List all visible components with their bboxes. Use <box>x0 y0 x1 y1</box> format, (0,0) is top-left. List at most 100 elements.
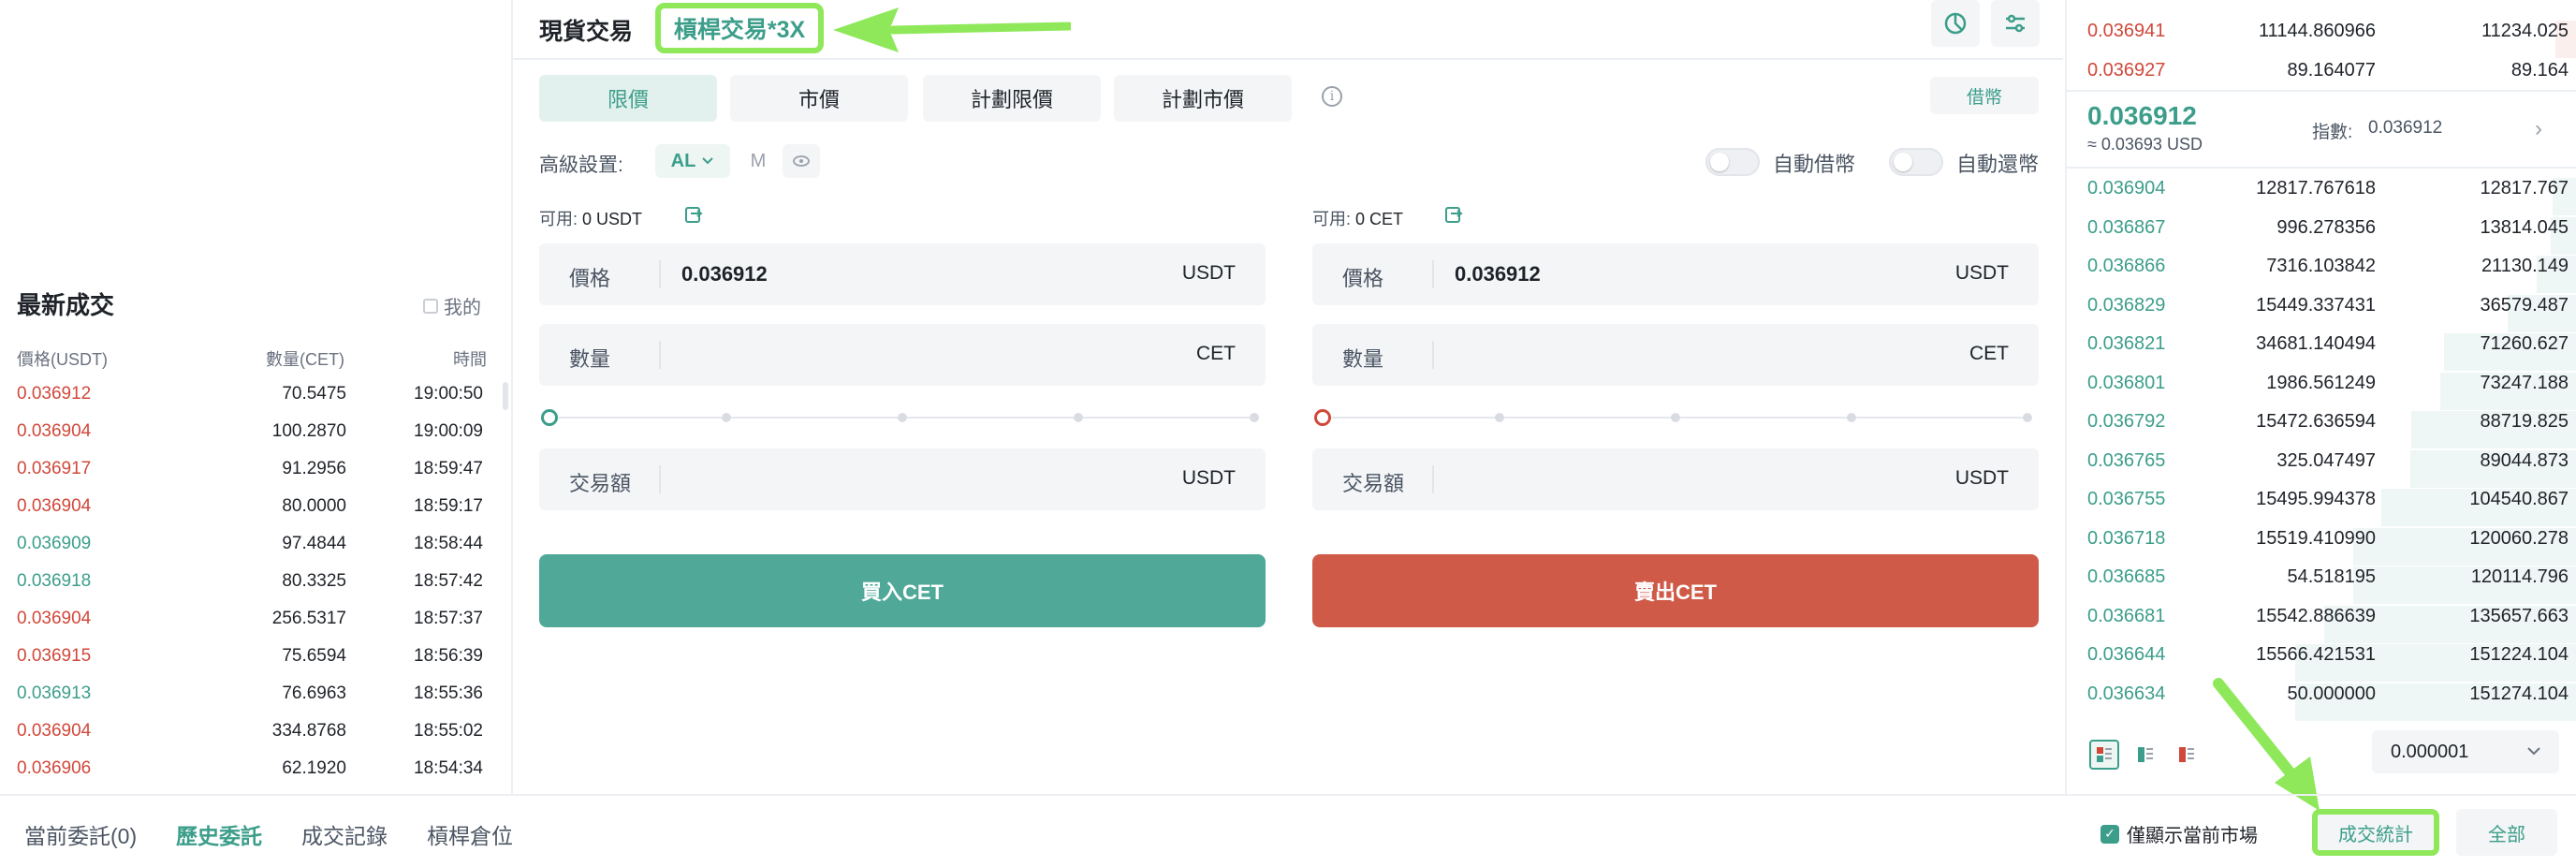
book-amount: 996.278356 <box>2276 217 2376 239</box>
order-book-row[interactable]: 0.03668115542.886639135657.663 <box>2065 606 2576 643</box>
layout-both-icon[interactable] <box>2089 740 2119 770</box>
sell-slider-step[interactable] <box>1847 413 1856 422</box>
trade-row: 0.03691791.295618:59:47 <box>0 459 511 496</box>
transfer-icon[interactable] <box>683 204 704 225</box>
book-total: 12817.767 <box>2480 178 2569 199</box>
sell-slider-handle[interactable] <box>1314 409 1331 426</box>
order-book-row[interactable]: 0.036718 15519.410990 120060.278 <box>2065 528 2576 566</box>
index-value: 0.036912 <box>2368 118 2442 139</box>
sell-button[interactable]: 賣出CET <box>1312 554 2039 627</box>
m-option[interactable]: M <box>739 144 777 178</box>
buy-amount-field[interactable]: 數量 CET <box>539 324 1266 386</box>
precision-select[interactable]: 0.000001 <box>2372 730 2559 773</box>
my-trades-checkbox[interactable] <box>423 299 438 314</box>
transfer-icon[interactable] <box>1443 204 1464 225</box>
trades-scrollbar[interactable] <box>503 382 508 410</box>
buy-slider-step[interactable] <box>1250 413 1259 422</box>
order-type-limit[interactable]: 限價 <box>539 75 717 122</box>
trade-amount: 70.5475 <box>282 384 346 404</box>
trade-statistics-button[interactable]: 成交統計 <box>2312 809 2439 856</box>
order-book-row[interactable]: 0.03663450.000000151274.104 <box>2065 683 2576 721</box>
buy-slider-step[interactable] <box>722 413 731 422</box>
order-book-row[interactable]: 0.03690412817.76761812817.767 <box>2065 178 2576 215</box>
book-price: 0.036941 <box>2087 21 2165 42</box>
order-book-row[interactable]: 0.03668554.518195120114.796 <box>2065 566 2576 604</box>
settings-sliders-icon[interactable] <box>1991 0 2040 47</box>
order-book-row[interactable]: 0.0368011986.56124973247.188 <box>2065 373 2576 410</box>
book-price: 0.036866 <box>2087 256 2165 277</box>
tab-margin-trading[interactable]: 槓桿交易*3X <box>655 3 824 53</box>
book-amount: 15519.410990 <box>2256 528 2376 550</box>
field-divider <box>1432 260 1434 288</box>
sell-price-value[interactable]: 0.036912 <box>1455 262 1541 287</box>
order-book-row[interactable]: 0.03694111144.86096611234.025 <box>2065 21 2576 58</box>
buy-slider-step[interactable] <box>1074 413 1083 422</box>
book-total: 71260.627 <box>2480 333 2569 355</box>
trade-price: 0.036904 <box>17 496 91 517</box>
al-dropdown[interactable]: AL <box>655 144 730 178</box>
buy-slider-step[interactable] <box>898 413 907 422</box>
tab-order-history[interactable]: 歷史委託 <box>176 818 262 850</box>
field-divider <box>659 465 661 493</box>
order-book-row[interactable]: 0.03675515495.994378104540.867 <box>2065 489 2576 526</box>
book-total: 11234.025 <box>2481 21 2569 42</box>
recent-trades-title: 最新成交 <box>17 287 114 321</box>
borrow-button[interactable]: 借幣 <box>1930 77 2039 114</box>
book-price: 0.036765 <box>2087 450 2165 472</box>
eye-icon[interactable] <box>783 144 820 178</box>
buy-price-field[interactable]: 價格 0.036912 USDT <box>539 243 1266 305</box>
book-total: 120060.278 <box>2469 528 2569 550</box>
tab-spot-trading[interactable]: 現貨交易 <box>539 13 633 47</box>
sell-available: 可用: 0 CET <box>1312 206 1403 230</box>
chart-icon[interactable] <box>1931 0 1980 47</box>
order-book-row[interactable]: 0.03679215472.63659488719.825 <box>2065 411 2576 448</box>
book-price: 0.036681 <box>2087 606 2165 627</box>
tab-current-orders[interactable]: 當前委託(0) <box>24 818 137 850</box>
layout-asks-icon[interactable] <box>2172 740 2202 770</box>
sell-amount-field[interactable]: 數量 CET <box>1312 324 2039 386</box>
trade-price: 0.036915 <box>17 646 91 667</box>
only-current-market-filter[interactable]: ✓ 僅顯示當前市場 <box>2100 820 2258 847</box>
precision-value: 0.000001 <box>2391 742 2468 763</box>
trade-price: 0.036906 <box>17 758 91 779</box>
layout-bids-icon[interactable] <box>2130 740 2160 770</box>
buy-total-unit: USDT <box>1182 467 1236 490</box>
buy-total-field[interactable]: 交易額 USDT <box>539 448 1266 510</box>
trades-col-time: 時間 <box>453 346 487 371</box>
checkbox-checked-icon[interactable]: ✓ <box>2100 825 2119 844</box>
book-price: 0.036755 <box>2087 489 2165 510</box>
sell-total-field[interactable]: 交易額 USDT <box>1312 448 2039 510</box>
sell-slider-step[interactable] <box>1495 413 1504 422</box>
my-trades-filter[interactable]: 我的 <box>423 292 481 319</box>
order-book-row[interactable]: 0.03682915449.33743136579.487 <box>2065 295 2576 332</box>
sell-slider-step[interactable] <box>2023 413 2032 422</box>
auto-repay-toggle[interactable] <box>1889 148 1943 176</box>
order-book-row[interactable]: 0.036765325.04749789044.873 <box>2065 450 2576 488</box>
buy-button[interactable]: 買入CET <box>539 554 1266 627</box>
buy-price-value[interactable]: 0.036912 <box>681 262 768 287</box>
order-book-row[interactable]: 0.03664415566.421531151224.104 <box>2065 644 2576 682</box>
book-price: 0.036718 <box>2087 528 2165 550</box>
chevron-right-icon[interactable]: › <box>2535 116 2542 142</box>
trade-time: 18:57:37 <box>414 609 483 629</box>
book-amount: 89.164077 <box>2287 60 2376 81</box>
field-divider <box>659 260 661 288</box>
tab-margin-positions[interactable]: 槓桿倉位 <box>427 818 513 850</box>
book-price: 0.036867 <box>2087 217 2165 239</box>
last-price-usd: ≈ 0.03693 USD <box>2087 135 2203 154</box>
trade-row: 0.03690997.484418:58:44 <box>0 534 511 571</box>
order-book-row[interactable]: 0.036867996.27835613814.045 <box>2065 217 2576 255</box>
tab-trade-records[interactable]: 成交記錄 <box>301 818 388 850</box>
info-icon[interactable]: i <box>1322 86 1342 107</box>
order-type-plan-limit[interactable]: 計劃限價 <box>923 75 1101 122</box>
sell-price-field[interactable]: 價格 0.036912 USDT <box>1312 243 2039 305</box>
auto-borrow-toggle[interactable] <box>1705 148 1760 176</box>
order-type-market[interactable]: 市價 <box>730 75 908 122</box>
buy-slider-handle[interactable] <box>541 409 558 426</box>
sell-slider-step[interactable] <box>1671 413 1680 422</box>
order-book-row[interactable]: 0.0368667316.10384221130.149 <box>2065 256 2576 293</box>
order-type-plan-market[interactable]: 計劃市價 <box>1114 75 1292 122</box>
all-button[interactable]: 全部 <box>2456 809 2557 856</box>
trade-time: 18:58:44 <box>414 534 483 554</box>
order-book-row[interactable]: 0.03682134681.14049471260.627 <box>2065 333 2576 371</box>
